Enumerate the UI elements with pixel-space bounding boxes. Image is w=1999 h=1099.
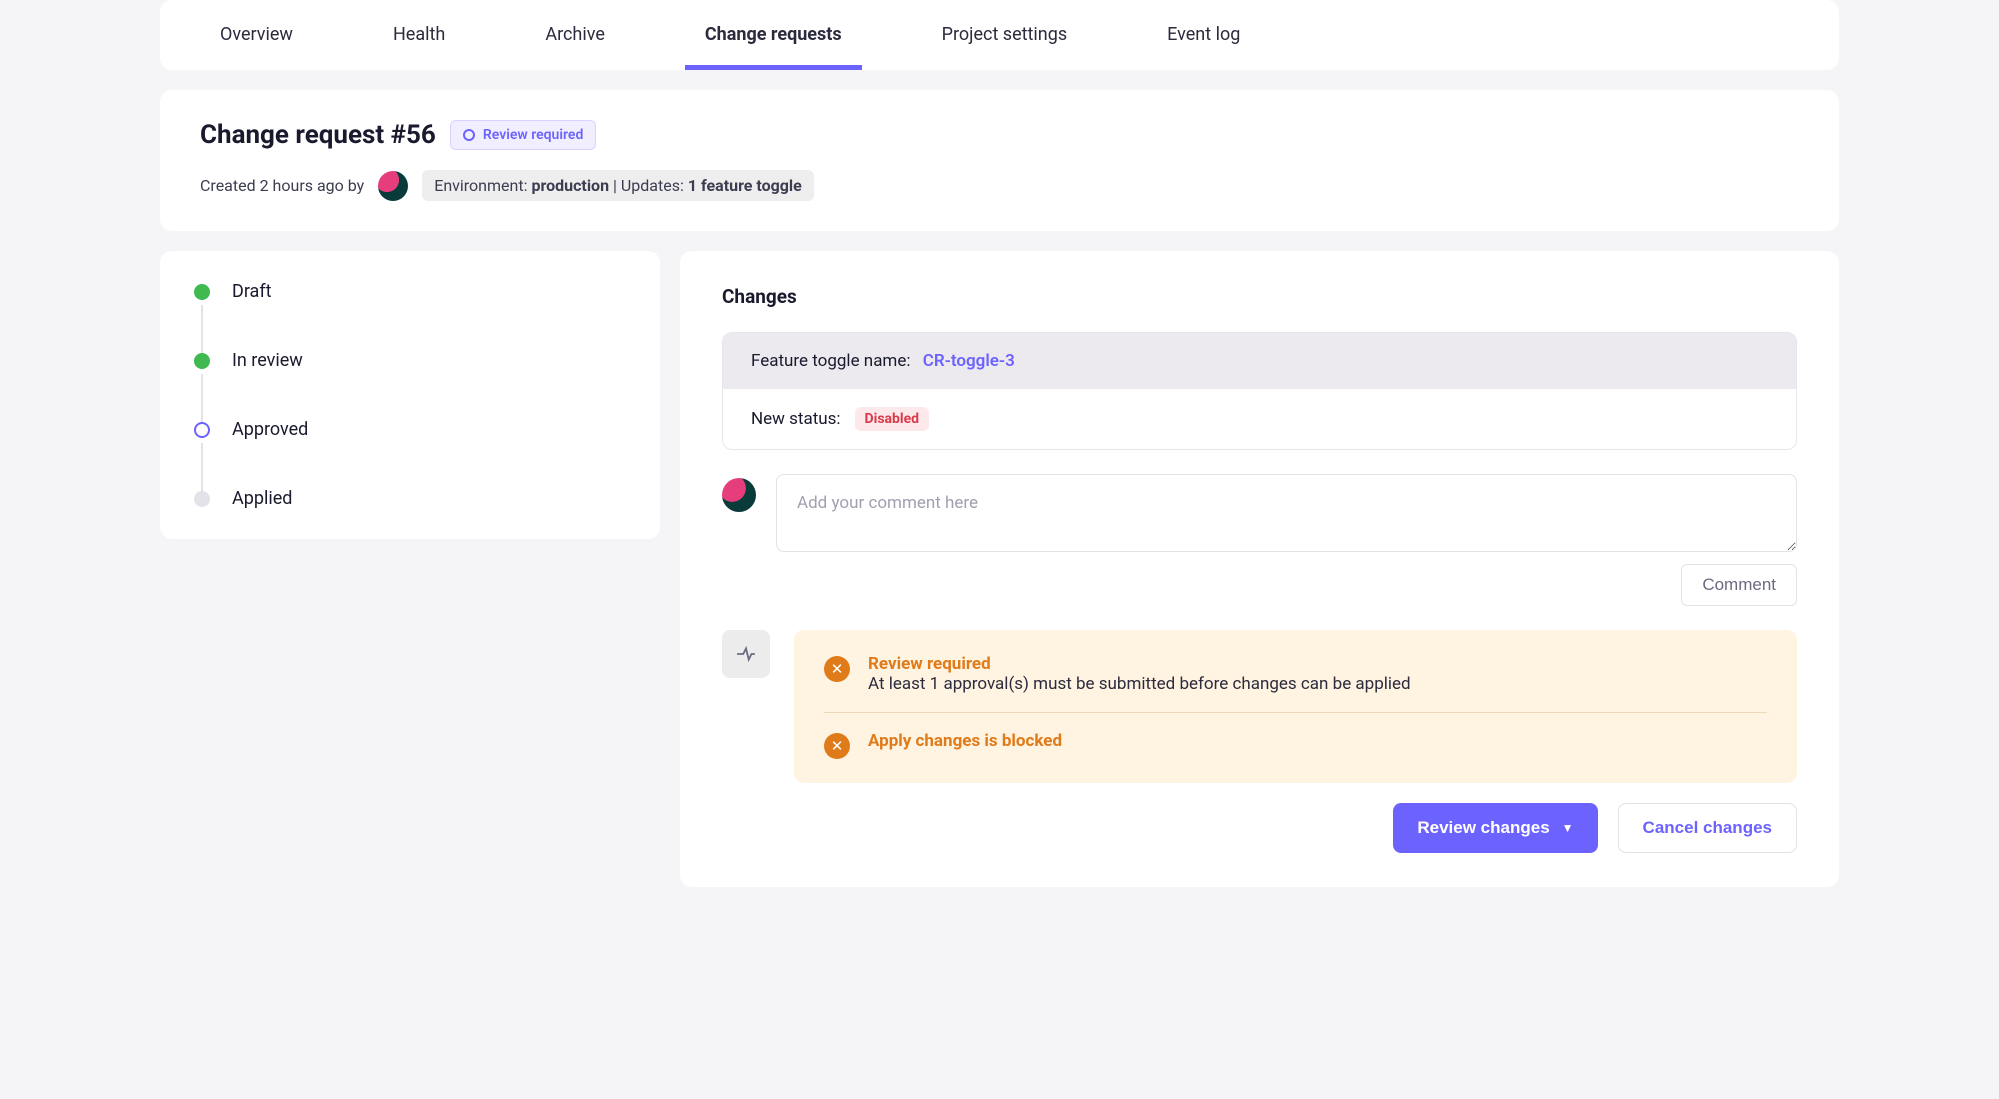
chevron-down-icon: ▼: [1562, 821, 1574, 835]
env-value: production: [531, 176, 609, 195]
comment-button[interactable]: Comment: [1681, 564, 1797, 606]
timeline-step-in-review: In review: [194, 350, 626, 419]
avatar: [378, 171, 408, 201]
dot-done-icon: [194, 284, 210, 300]
tabs-card: Overview Health Archive Change requests …: [160, 0, 1839, 70]
section-title: Changes: [722, 285, 1797, 308]
cancel-changes-button[interactable]: Cancel changes: [1618, 803, 1797, 853]
env-pill: Environment: production | Updates: 1 fea…: [422, 170, 814, 201]
dot-done-icon: [194, 353, 210, 369]
created-text: Created 2 hours ago by: [200, 176, 364, 195]
page-title: Change request #56: [200, 120, 436, 150]
header-card: Change request #56 Review required Creat…: [160, 90, 1839, 231]
status-label: New status:: [751, 409, 841, 429]
dot-pending-icon: [194, 491, 210, 507]
avatar: [722, 478, 756, 512]
created-by: by: [344, 176, 364, 195]
timeline-label: In review: [232, 350, 303, 371]
tab-change-requests[interactable]: Change requests: [685, 0, 862, 70]
tab-archive[interactable]: Archive: [525, 0, 625, 70]
change-head: Feature toggle name: CR-toggle-3: [723, 333, 1796, 389]
tab-overview[interactable]: Overview: [200, 0, 313, 70]
tabs: Overview Health Archive Change requests …: [200, 0, 1799, 70]
tab-project-settings[interactable]: Project settings: [922, 0, 1088, 70]
timeline-label: Approved: [232, 419, 308, 440]
warning-text: At least 1 approval(s) must be submitted…: [868, 674, 1411, 694]
merge-icon: [722, 630, 770, 678]
timeline-label: Draft: [232, 281, 272, 302]
circle-icon: [463, 129, 475, 141]
updates-sep: | Updates:: [609, 176, 688, 195]
changes-card: Changes Feature toggle name: CR-toggle-3…: [680, 251, 1839, 887]
status-value-badge: Disabled: [855, 407, 930, 431]
tab-health[interactable]: Health: [373, 0, 465, 70]
timeline-step-approved: Approved: [194, 419, 626, 488]
dot-current-icon: [194, 422, 210, 438]
created-prefix: Created: [200, 176, 260, 195]
warning-row: ✕ Review required At least 1 approval(s)…: [722, 630, 1797, 783]
feature-toggle-link[interactable]: CR-toggle-3: [923, 351, 1015, 371]
review-changes-button[interactable]: Review changes ▼: [1393, 803, 1597, 853]
error-icon: ✕: [824, 733, 850, 759]
env-label: Environment:: [434, 176, 531, 195]
divider: [824, 712, 1767, 713]
timeline-step-draft: Draft: [194, 281, 626, 350]
status-badge: Review required: [450, 120, 596, 150]
updates-value: 1 feature toggle: [688, 176, 802, 195]
warning-item: ✕ Review required At least 1 approval(s)…: [824, 654, 1767, 694]
comment-row: [722, 474, 1797, 552]
timeline-card: Draft In review Approved Applied: [160, 251, 660, 539]
warning-item: ✕ Apply changes is blocked: [824, 731, 1767, 759]
tab-event-log[interactable]: Event log: [1147, 0, 1260, 70]
warning-panel: ✕ Review required At least 1 approval(s)…: [794, 630, 1797, 783]
created-age: 2 hours ago: [260, 176, 344, 195]
warning-title: Apply changes is blocked: [868, 731, 1062, 751]
feature-label: Feature toggle name:: [751, 351, 910, 371]
timeline-label: Applied: [232, 488, 292, 509]
review-changes-label: Review changes: [1417, 818, 1549, 838]
footer-actions: Review changes ▼ Cancel changes: [722, 803, 1797, 853]
error-icon: ✕: [824, 656, 850, 682]
timeline-step-applied: Applied: [194, 488, 626, 509]
change-body: New status: Disabled: [723, 389, 1796, 449]
warning-title: Review required: [868, 654, 1411, 674]
change-block: Feature toggle name: CR-toggle-3 New sta…: [722, 332, 1797, 450]
status-badge-label: Review required: [483, 127, 583, 143]
comment-input[interactable]: [776, 474, 1797, 552]
timeline: Draft In review Approved Applied: [194, 281, 626, 509]
